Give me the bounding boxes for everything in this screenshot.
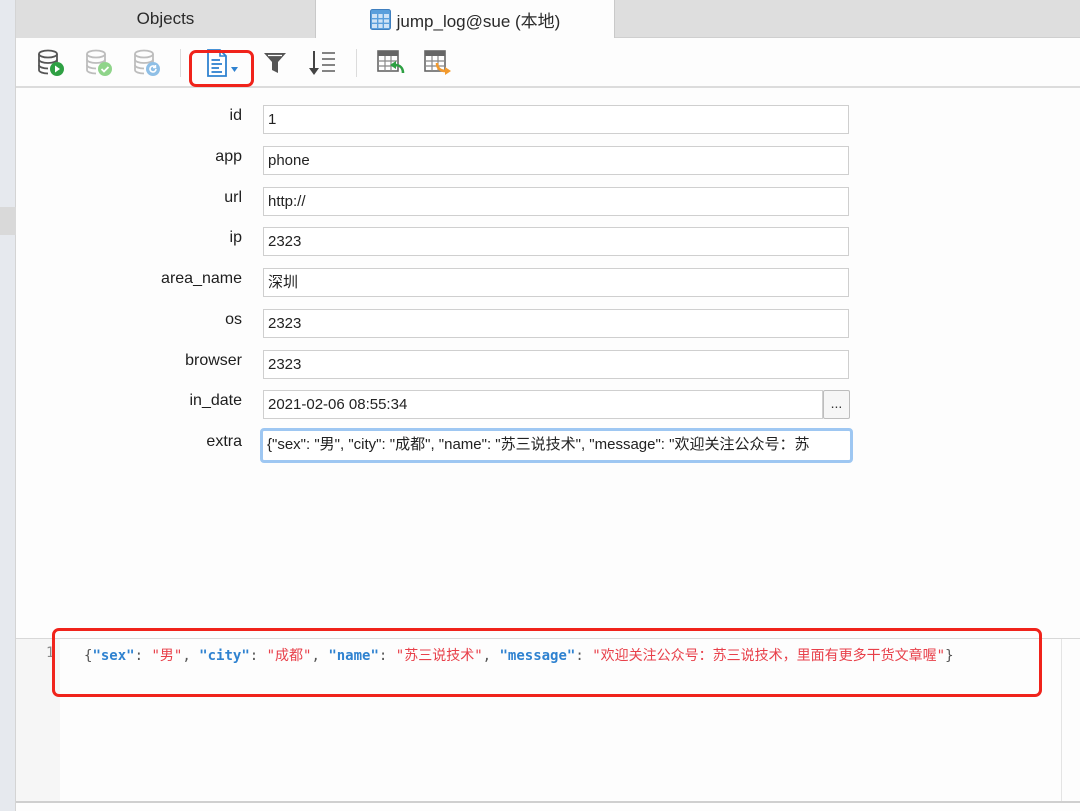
- json-string: "男": [151, 648, 183, 664]
- area-name-field[interactable]: 深圳: [263, 268, 849, 297]
- dropdown-caret-icon: [231, 67, 238, 72]
- field-row-id: id 1: [16, 105, 1080, 135]
- os-field[interactable]: 2323: [263, 309, 849, 338]
- json-key: "city": [199, 648, 250, 664]
- field-row-url: url http://: [16, 187, 1080, 217]
- tab-objects-label: Objects: [136, 9, 195, 28]
- json-key: "message": [499, 648, 576, 664]
- text-view-button[interactable]: [200, 48, 244, 78]
- field-row-extra: extra {"sex": "男", "city": "成都", "name":…: [16, 428, 1080, 463]
- tab-bar: Objects jump_log@sue (本地): [16, 0, 1080, 39]
- filter-button[interactable]: [258, 48, 292, 78]
- field-row-area-name: area_name 深圳: [16, 268, 1080, 298]
- field-row-browser: browser 2323: [16, 350, 1080, 380]
- json-punctuation: :: [575, 648, 593, 664]
- date-picker-button[interactable]: ...: [823, 390, 850, 419]
- database-undo-icon: [134, 49, 160, 76]
- table-import-icon: [377, 50, 405, 74]
- field-label: browser: [185, 352, 242, 369]
- tab-objects[interactable]: Objects: [16, 0, 315, 38]
- export-button[interactable]: [421, 48, 455, 78]
- sort-icon: [309, 51, 335, 75]
- document-text-icon: [207, 49, 238, 77]
- field-label: extra: [206, 433, 242, 450]
- in-date-field[interactable]: 2021-02-06 08:55:34: [263, 390, 823, 419]
- database-check-icon: [86, 49, 112, 76]
- json-editor[interactable]: 1 {"sex": "男", "city": "成都", "name": "苏三…: [16, 638, 1080, 802]
- import-button[interactable]: [374, 48, 408, 78]
- url-field[interactable]: http://: [263, 187, 849, 216]
- commit-button[interactable]: [82, 48, 116, 78]
- editor-scrollbar-track[interactable]: [1061, 639, 1062, 802]
- json-punctuation: ,: [182, 648, 200, 664]
- toolbar-separator: [180, 49, 181, 77]
- toolbar: [16, 38, 1080, 88]
- field-row-in-date: in_date 2021-02-06 08:55:34 ...: [16, 390, 1080, 420]
- rollback-button[interactable]: [130, 48, 164, 78]
- toolbar-separator: [356, 49, 357, 77]
- json-string: "苏三说技术": [395, 648, 483, 664]
- ip-field[interactable]: 2323: [263, 227, 849, 256]
- table-export-icon: [424, 50, 451, 75]
- tab-jump-log[interactable]: jump_log@sue (本地): [315, 0, 615, 39]
- field-row-app: app phone: [16, 146, 1080, 176]
- field-label: ip: [229, 229, 242, 246]
- json-punctuation: :: [378, 648, 396, 664]
- json-string: "成都": [266, 648, 312, 664]
- left-sidebar-strip: [0, 0, 16, 811]
- sort-button[interactable]: [305, 48, 339, 78]
- id-field[interactable]: 1: [263, 105, 849, 134]
- filter-icon: [264, 53, 286, 73]
- field-label: id: [229, 107, 242, 124]
- database-play-icon: [38, 49, 64, 76]
- begin-transaction-button[interactable]: [34, 48, 68, 78]
- field-label: in_date: [189, 392, 243, 409]
- json-punctuation: :: [134, 648, 152, 664]
- extra-field[interactable]: {"sex": "男", "city": "成都", "name": "苏三说技…: [260, 428, 853, 463]
- browser-field[interactable]: 2323: [263, 350, 849, 379]
- field-row-os: os 2323: [16, 309, 1080, 339]
- code-line[interactable]: {"sex": "男", "city": "成都", "name": "苏三说技…: [84, 645, 954, 665]
- field-label: url: [224, 189, 242, 206]
- json-key: "sex": [92, 648, 135, 664]
- tab-jump-log-label: jump_log@sue (本地): [396, 12, 561, 31]
- field-label: app: [215, 148, 242, 165]
- field-label: os: [225, 311, 242, 328]
- editor-gutter: 1: [16, 639, 60, 802]
- field-label: area_name: [161, 270, 242, 287]
- json-punctuation: }: [945, 648, 954, 664]
- field-row-ip: ip 2323: [16, 227, 1080, 257]
- json-punctuation: :: [249, 648, 267, 664]
- json-punctuation: ,: [482, 648, 500, 664]
- line-number: 1: [46, 645, 55, 661]
- json-key: "name": [328, 648, 379, 664]
- sidebar-selected-item[interactable]: [0, 207, 16, 235]
- json-string: "欢迎关注公众号：苏三说技术，里面有更多干货文章喔": [592, 648, 946, 664]
- record-form: id 1 app phone url http:// ip 2323 area_…: [16, 90, 1080, 638]
- app-field[interactable]: phone: [263, 146, 849, 175]
- table-icon: [369, 9, 391, 30]
- json-punctuation: ,: [311, 648, 329, 664]
- status-bar: [16, 803, 1080, 811]
